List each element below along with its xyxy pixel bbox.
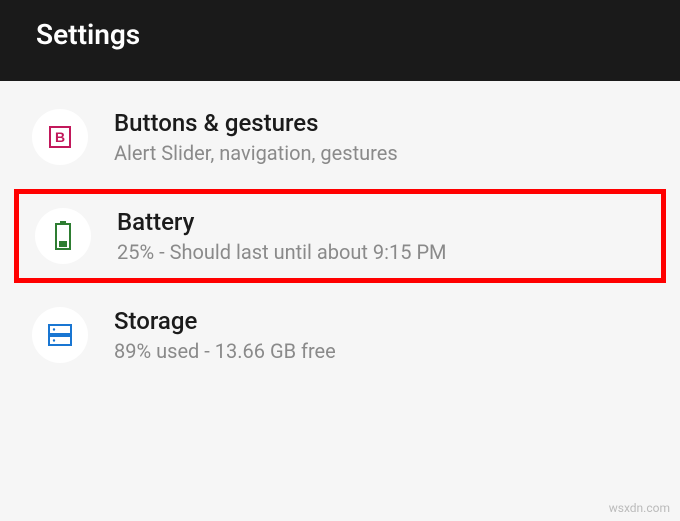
header: Settings [0,0,680,81]
watermark: wsxdn.com [609,501,670,515]
battery-icon [35,208,91,264]
settings-item-title: Battery [117,208,645,236]
settings-item-text: Storage 89% used - 13.66 GB free [114,307,648,363]
settings-item-subtitle: 89% used - 13.66 GB free [114,339,648,363]
storage-icon [32,307,88,363]
settings-item-storage[interactable]: Storage 89% used - 13.66 GB free [18,289,662,381]
settings-item-title: Buttons & gestures [114,109,648,137]
settings-item-text: Battery 25% - Should last until about 9:… [117,208,645,264]
settings-item-battery[interactable]: Battery 25% - Should last until about 9:… [14,189,666,283]
settings-item-text: Buttons & gestures Alert Slider, navigat… [114,109,648,165]
buttons-icon: B [32,109,88,165]
settings-list: B Buttons & gestures Alert Slider, navig… [0,81,680,391]
page-title: Settings [36,18,140,51]
settings-item-subtitle: 25% - Should last until about 9:15 PM [117,240,645,264]
svg-text:B: B [55,129,65,145]
settings-item-buttons-gestures[interactable]: B Buttons & gestures Alert Slider, navig… [18,91,662,183]
settings-item-title: Storage [114,307,648,335]
settings-item-subtitle: Alert Slider, navigation, gestures [114,141,648,165]
